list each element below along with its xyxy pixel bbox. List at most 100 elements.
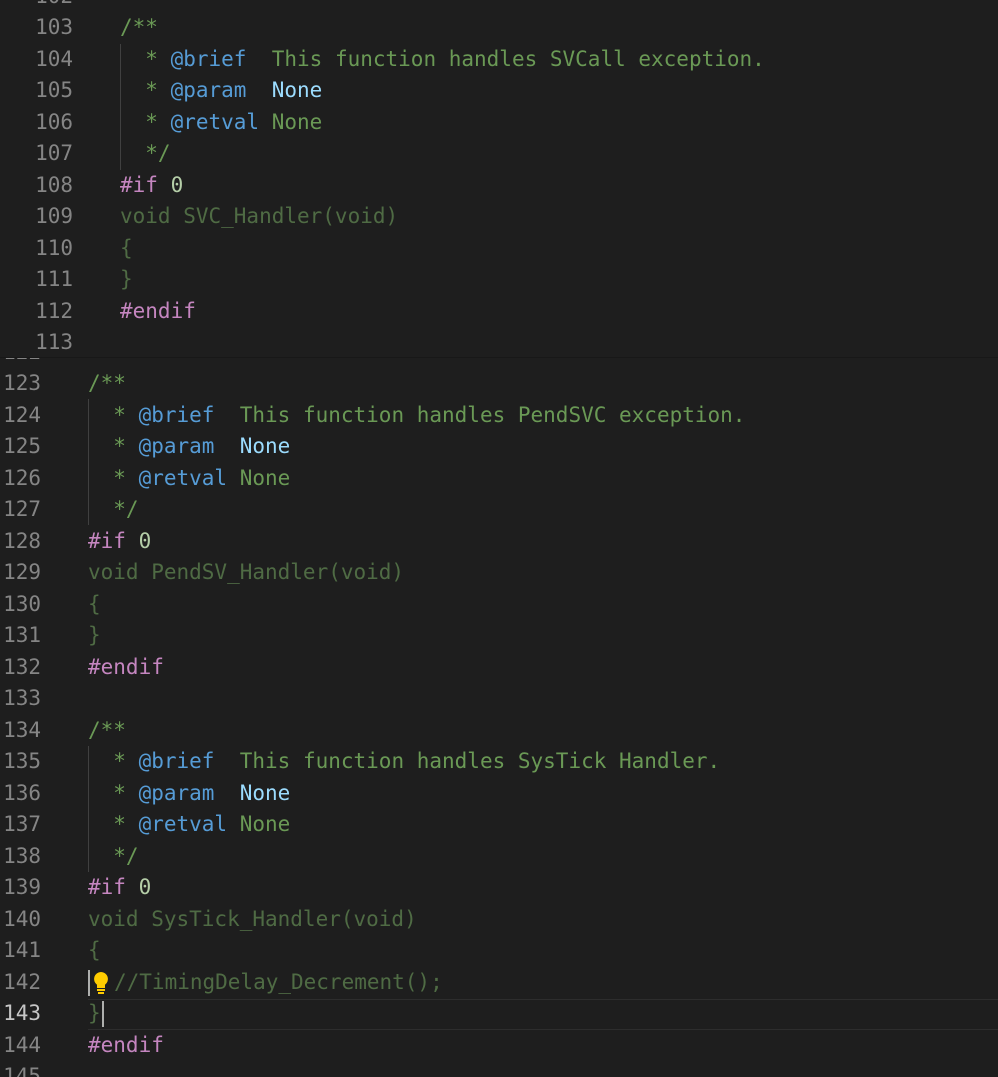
code-text[interactable]: * @brief This function handles PendSVC e… [88, 400, 745, 432]
code-line[interactable]: 139 #if 0 [0, 872, 998, 904]
code-text[interactable]: { [88, 935, 101, 967]
code-token: } [120, 267, 133, 291]
code-text[interactable]: /** [88, 368, 126, 400]
code-line[interactable]: 135 * @brief This function handles SysTi… [0, 746, 998, 778]
line-number: 110 [35, 235, 73, 260]
code-text[interactable]: void SysTick_Handler(void) [88, 904, 417, 936]
code-line[interactable]: 110 { [0, 233, 998, 265]
code-line[interactable]: 113 [0, 327, 998, 358]
code-line[interactable]: 128 #if 0 [0, 526, 998, 558]
editor-pane-top[interactable]: 102 103 /** 104 * @brief This function hand… [0, 0, 998, 358]
code-token: 0 [138, 875, 152, 899]
code-line[interactable]: 140 void SysTick_Handler(void) [0, 904, 998, 936]
code-text[interactable]: * @param None [120, 75, 322, 107]
line-number: 128 [3, 528, 41, 553]
code-line[interactable]: 103 /** [0, 12, 998, 44]
code-text[interactable]: //TimingDelay_Decrement(); [114, 967, 443, 999]
line-number: 135 [3, 749, 41, 773]
code-line[interactable]: 136 * @param None [0, 778, 998, 810]
line-number: 124 [3, 402, 41, 427]
code-token: #endif [120, 298, 196, 323]
line-number: 138 [3, 843, 41, 868]
code-line[interactable]: 133 [0, 683, 998, 715]
code-line[interactable]: 129 void PendSV_Handler(void) [0, 557, 998, 589]
code-line[interactable]: 124 * @brief This function handles PendS… [0, 400, 998, 432]
code-text[interactable]: #endif [120, 296, 196, 328]
line-number: 112 [35, 298, 73, 323]
line-number: 103 [35, 15, 73, 39]
code-line[interactable]: 123 /** [0, 368, 998, 400]
code-text[interactable]: * @retval None [88, 463, 290, 495]
code-text[interactable]: #if 0 [120, 170, 183, 202]
code-text[interactable]: * @param None [88, 778, 290, 810]
code-line[interactable]: 125 * @param None [0, 431, 998, 463]
code-line[interactable]: 130 { [0, 589, 998, 621]
code-text[interactable]: * @retval None [88, 809, 290, 841]
code-line[interactable]: 109 void SVC_Handler(void) [0, 201, 998, 233]
code-token: None [271, 78, 323, 102]
code-line[interactable]: 132 #endif [0, 652, 998, 684]
code-line[interactable]: 108 #if 0 [0, 170, 998, 202]
code-text[interactable]: * @retval None [120, 107, 322, 139]
code-text[interactable]: * @brief This function handles SysTick H… [88, 746, 720, 778]
code-line[interactable]: 112 #endif [0, 296, 998, 328]
code-line[interactable]: 137 * @retval None [0, 809, 998, 841]
code-text[interactable]: * @param None [88, 431, 290, 463]
code-text[interactable]: */ [88, 494, 138, 526]
code-line[interactable]: 142 //TimingDelay_Decrement(); [0, 967, 998, 999]
code-text[interactable]: */ [120, 138, 170, 170]
code-text[interactable]: */ [88, 841, 138, 873]
code-token: 0 [170, 172, 184, 197]
code-token: * [88, 402, 139, 427]
code-line[interactable]: 141 { [0, 935, 998, 967]
code-token: @retval [138, 465, 228, 490]
editor-pane-bottom[interactable]: 122 123 /** 124 * @brief This function hand… [0, 358, 998, 1077]
code-token: #if [120, 172, 158, 197]
code-token: #if [88, 528, 126, 553]
code-token: { [88, 591, 101, 616]
code-text[interactable]: void PendSV_Handler(void) [88, 557, 404, 589]
code-text[interactable]: void SVC_Handler(void) [120, 201, 398, 233]
code-line[interactable]: 105 * @param None [0, 75, 998, 107]
code-token: * [88, 812, 139, 836]
line-number: 140 [3, 906, 41, 931]
code-line[interactable]: 104 * @brief This function handles SVCal… [0, 44, 998, 76]
line-number: 122 [0, 358, 41, 368]
line-number: 132 [3, 654, 41, 679]
code-token: This function handles SysTick Handler. [214, 749, 721, 773]
code-line[interactable]: 106 * @retval None [0, 107, 998, 139]
code-line[interactable]: 144 #endif [0, 1030, 998, 1062]
code-text[interactable]: #if 0 [88, 526, 151, 558]
indent-guide [88, 746, 89, 872]
code-token: /** [88, 717, 126, 742]
code-text[interactable]: } [88, 620, 101, 652]
code-text[interactable]: /** [88, 715, 126, 747]
code-text[interactable]: * @brief This function handles SVCall ex… [120, 44, 765, 76]
code-line[interactable]: 107 */ [0, 138, 998, 170]
code-text[interactable]: { [120, 233, 133, 265]
line-number: 102 [0, 0, 73, 12]
code-text[interactable]: /** [120, 12, 158, 44]
line-number: 126 [3, 465, 41, 490]
code-line[interactable]: 138 */ [0, 841, 998, 873]
code-text[interactable]: #endif [88, 652, 164, 684]
code-token: #endif [88, 1032, 164, 1057]
code-line[interactable]: 127 */ [0, 494, 998, 526]
line-number: 136 [3, 780, 41, 805]
line-number: 130 [3, 591, 41, 616]
code-line[interactable]: 134 /** [0, 715, 998, 747]
line-number: 127 [3, 497, 41, 521]
code-line[interactable]: 111} [0, 264, 998, 296]
code-text[interactable]: #if 0 [88, 872, 151, 904]
code-line[interactable]: 131} [0, 620, 998, 652]
code-token: /** [120, 15, 158, 39]
code-line[interactable]: 126 * @retval None [0, 463, 998, 495]
lightbulb-icon[interactable] [91, 971, 111, 1000]
line-number: 108 [35, 172, 73, 197]
code-text[interactable]: { [88, 589, 101, 621]
code-token: @param [138, 780, 215, 805]
code-text[interactable]: } [120, 264, 133, 296]
code-text[interactable]: #endif [88, 1030, 164, 1062]
